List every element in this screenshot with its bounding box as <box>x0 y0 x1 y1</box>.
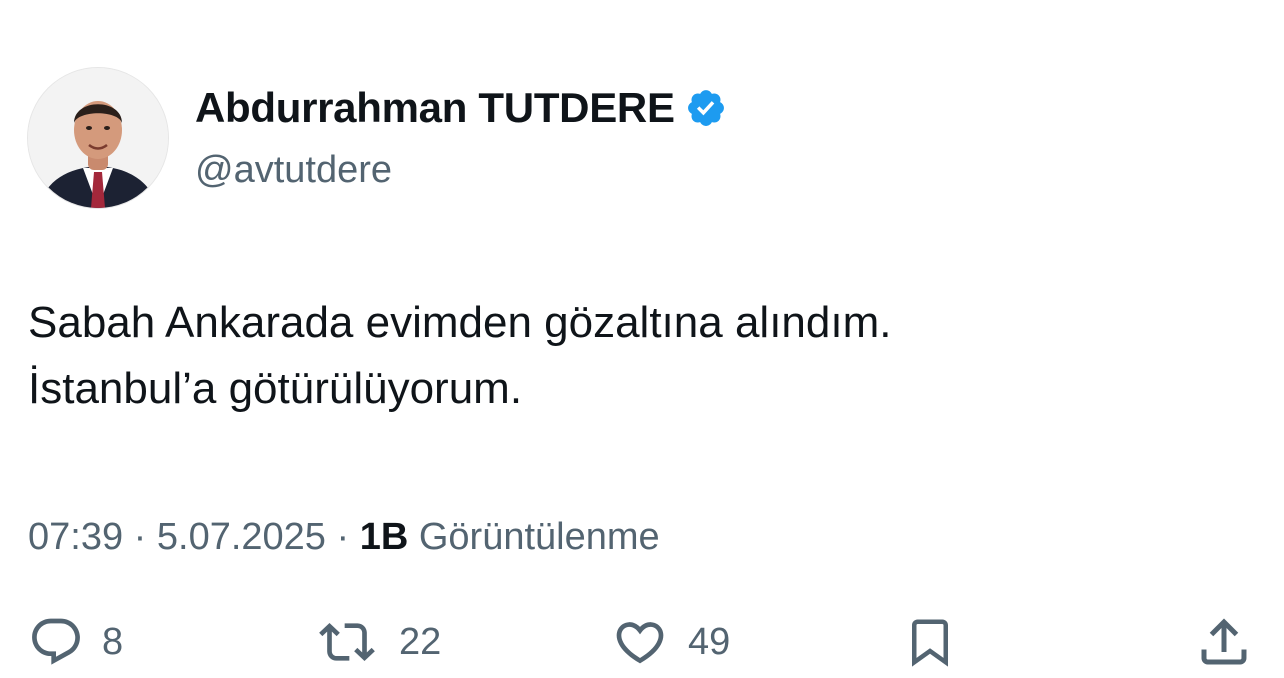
tweet-text-line: Sabah Ankarada evimden gözaltına alındım… <box>28 298 892 347</box>
reply-icon <box>32 618 80 665</box>
display-name[interactable]: Abdurrahman TUTDERE <box>195 82 675 134</box>
retweet-icon <box>319 623 375 661</box>
tweet-date[interactable]: 5.07.2025 <box>157 516 326 558</box>
avatar[interactable] <box>27 67 169 209</box>
bookmark-button[interactable] <box>903 610 957 674</box>
like-button[interactable]: 49 <box>610 610 730 674</box>
like-count: 49 <box>688 620 731 663</box>
meta-separator: · <box>123 516 157 558</box>
tweet-text: Sabah Ankarada evimden gözaltına alındım… <box>28 290 1248 422</box>
avatar-photo-icon <box>28 68 168 208</box>
views-label[interactable]: Görüntülenme <box>408 516 660 558</box>
user-handle[interactable]: @avtutdere <box>195 146 392 194</box>
tweet-card: Abdurrahman TUTDERE @avtutdere Sabah Ank… <box>0 0 1284 678</box>
verified-badge-icon[interactable] <box>685 87 727 129</box>
author-row: Abdurrahman TUTDERE <box>195 82 727 134</box>
bookmark-icon <box>912 619 948 667</box>
views-count[interactable]: 1B <box>360 516 409 558</box>
action-bar: 8 22 49 <box>0 610 1284 674</box>
retweet-count: 22 <box>399 620 442 663</box>
reply-count: 8 <box>102 620 124 663</box>
share-button[interactable] <box>1194 610 1254 674</box>
like-icon <box>616 622 664 664</box>
retweet-button[interactable]: 22 <box>313 610 441 674</box>
tweet-text-line: İstanbul’a götürülüyorum. <box>28 364 523 413</box>
reply-button[interactable]: 8 <box>28 610 123 674</box>
tweet-meta: 07:39 · 5.07.2025 · 1B Görüntülenme <box>28 512 660 562</box>
meta-separator: · <box>325 516 360 558</box>
share-icon <box>1201 618 1247 665</box>
tweet-time[interactable]: 07:39 <box>28 516 123 558</box>
